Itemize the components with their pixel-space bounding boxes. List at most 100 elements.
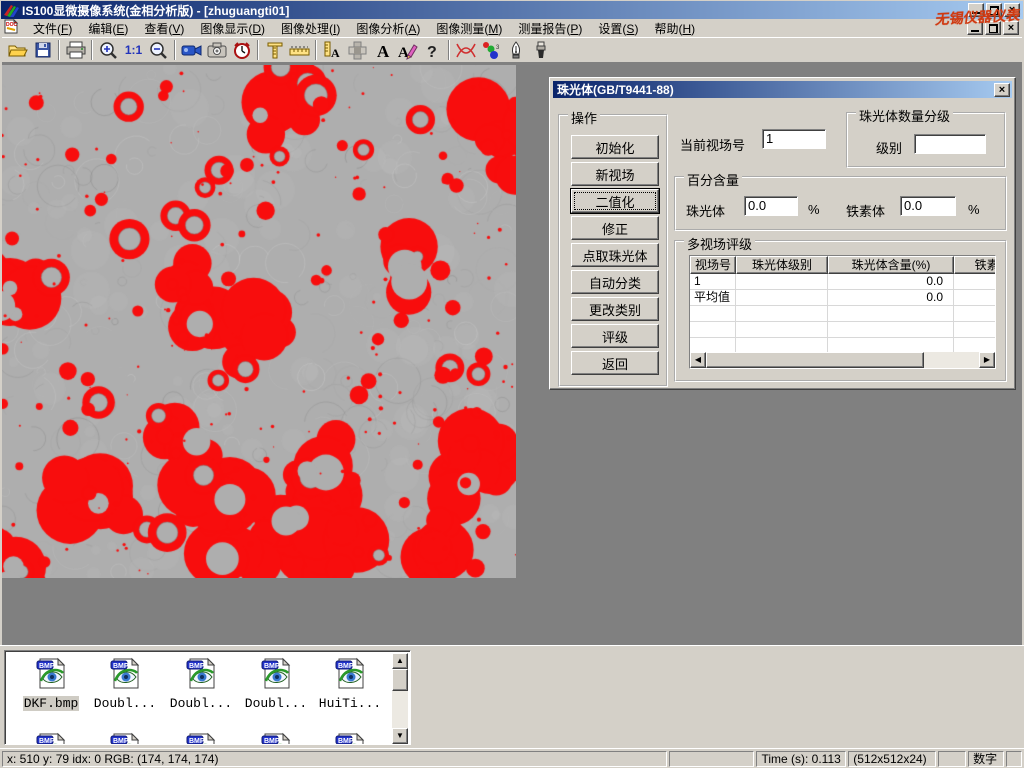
window-minimize-button[interactable]	[968, 3, 984, 17]
caliper-button[interactable]	[262, 39, 287, 62]
camera-icon	[207, 42, 227, 58]
new-field-button[interactable]: 新视场	[571, 162, 659, 186]
timer-button[interactable]	[229, 39, 254, 62]
col-pearlite-content[interactable]: 珠光体含量(%)	[828, 256, 954, 274]
file-item[interactable]: BMP HuiTi...	[313, 657, 387, 712]
zoom-in-button[interactable]	[96, 39, 121, 62]
text-button[interactable]: A	[370, 39, 395, 62]
grade-input[interactable]	[914, 134, 986, 154]
grading-group-label: 珠光体数量分级	[856, 106, 953, 125]
bottom-panel: BMP DKF.bmp BMP Doubl... BMP Doubl... BM…	[0, 645, 1024, 748]
pen-tool-button[interactable]	[503, 39, 528, 62]
actual-size-button[interactable]: 1:1	[121, 39, 146, 62]
multifield-group-label: 多视场评级	[684, 234, 755, 253]
menu-file[interactable]: 文件(F)	[25, 19, 80, 38]
stitch-button[interactable]	[345, 39, 370, 62]
current-field-input[interactable]: 1	[762, 129, 826, 149]
file-item-partial[interactable]: BMP	[14, 732, 88, 745]
scroll-right-icon[interactable]: ▶	[979, 352, 995, 368]
grade-label: 级别	[876, 138, 902, 157]
rating-table: 视场号 珠光体级别 珠光体含量(%) 铁素体含量(%) 1 0.0 平均值 0.…	[689, 255, 996, 369]
curve-tool-button[interactable]	[453, 39, 478, 62]
help-button[interactable]: ?	[420, 39, 445, 62]
file-item-partial[interactable]: BMP	[313, 732, 387, 745]
table-row[interactable]: 平均值 0.0	[690, 290, 995, 306]
col-pearlite-grade[interactable]: 珠光体级别	[736, 256, 828, 274]
pick-pearlite-button[interactable]: 点取珠光体	[571, 243, 659, 267]
dialog-title-bar[interactable]: 珠光体(GB/T9441-88) ×	[553, 81, 1012, 98]
file-vertical-scrollbar[interactable]: ▲ ▼	[392, 653, 408, 744]
measure-label-button[interactable]: A	[320, 39, 345, 62]
bmp-file-icon: BMP	[333, 732, 367, 745]
file-item-partial[interactable]: BMP	[88, 732, 162, 745]
svg-text:A: A	[377, 42, 390, 60]
file-item[interactable]: BMP Doubl...	[164, 657, 238, 712]
table-row[interactable]: 1 0.0	[690, 274, 995, 290]
ferrite-percent-input[interactable]: 0.0	[900, 196, 956, 216]
cell-pearlite: 0.0	[828, 274, 954, 289]
scrollbar-thumb[interactable]	[392, 669, 408, 691]
classify-button[interactable]: 3	[478, 39, 503, 62]
document-icon[interactable]: DOC	[4, 19, 19, 37]
binarize-button[interactable]: 二值化	[571, 189, 659, 213]
file-item-partial[interactable]: BMP	[239, 732, 313, 745]
ruler-button[interactable]	[287, 39, 312, 62]
micrograph-image[interactable]	[2, 65, 516, 578]
status-panel-empty	[938, 751, 966, 767]
child-restore-button[interactable]	[985, 21, 1001, 35]
menu-settings[interactable]: 设置(S)	[590, 19, 646, 38]
scroll-left-icon[interactable]: ◀	[690, 352, 706, 368]
bmp-file-icon: BMP	[108, 657, 142, 689]
child-close-button[interactable]: ×	[1003, 21, 1019, 35]
window-restore-button[interactable]	[986, 3, 1002, 17]
file-item[interactable]: BMP Doubl...	[88, 657, 162, 712]
scroll-down-icon[interactable]: ▼	[392, 728, 408, 744]
file-item[interactable]: BMP Doubl...	[239, 657, 313, 712]
print-button[interactable]	[63, 39, 88, 62]
one-to-one-label: 1:1	[125, 43, 142, 57]
scroll-up-icon[interactable]: ▲	[392, 653, 408, 669]
table-horizontal-scrollbar[interactable]: ◀ ▶	[690, 352, 995, 368]
file-item[interactable]: BMP DKF.bmp	[14, 657, 88, 712]
grading-group: 珠光体数量分级 级别	[846, 112, 1006, 168]
menu-image-display[interactable]: 图像显示(D)	[192, 19, 273, 38]
auto-classify-button[interactable]: 自动分类	[571, 270, 659, 294]
video-capture-button[interactable]	[179, 39, 204, 62]
open-file-button[interactable]	[5, 39, 30, 62]
snapshot-button[interactable]	[204, 39, 229, 62]
svg-text:BMP: BMP	[39, 738, 55, 745]
menu-image-analysis[interactable]: 图像分析(A)	[348, 19, 428, 38]
return-button[interactable]: 返回	[571, 351, 659, 375]
toolbar-separator	[315, 40, 317, 60]
correct-button[interactable]: 修正	[571, 216, 659, 240]
menu-view[interactable]: 查看(V)	[136, 19, 192, 38]
bmp-file-icon: BMP	[259, 657, 293, 689]
menu-image-measure[interactable]: 图像测量(M)	[428, 19, 510, 38]
annotate-button[interactable]: A	[395, 39, 420, 62]
menu-edit[interactable]: 编辑(E)	[80, 19, 136, 38]
rate-button[interactable]: 评级	[571, 324, 659, 348]
file-name: DKF.bmp	[23, 696, 80, 711]
brush-tool-button[interactable]	[528, 39, 553, 62]
minimize-icon	[972, 4, 980, 14]
dialog-close-button[interactable]: ×	[994, 83, 1010, 97]
initialize-button[interactable]: 初始化	[571, 135, 659, 159]
file-item-partial[interactable]: BMP	[164, 732, 238, 745]
curve-cross-icon	[455, 41, 477, 60]
col-field-number[interactable]: 视场号	[690, 256, 736, 274]
svg-text:BMP: BMP	[264, 738, 280, 745]
col-ferrite-content[interactable]: 铁素体含量(%)	[954, 256, 996, 274]
bmp-file-icon: BMP	[259, 732, 293, 745]
menu-help[interactable]: 帮助(H)	[646, 19, 703, 38]
child-minimize-button[interactable]	[967, 21, 983, 35]
zoom-out-button[interactable]	[146, 39, 171, 62]
save-button[interactable]	[30, 39, 55, 62]
pearlite-percent-input[interactable]: 0.0	[744, 196, 798, 216]
svg-text:BMP: BMP	[338, 738, 354, 745]
change-class-button[interactable]: 更改类别	[571, 297, 659, 321]
scrollbar-thumb[interactable]	[706, 352, 924, 368]
window-close-button[interactable]: ×	[1004, 3, 1020, 17]
cell-grade	[736, 290, 828, 305]
menu-image-process[interactable]: 图像处理(I)	[273, 19, 348, 38]
menu-report[interactable]: 测量报告(P)	[510, 19, 590, 38]
